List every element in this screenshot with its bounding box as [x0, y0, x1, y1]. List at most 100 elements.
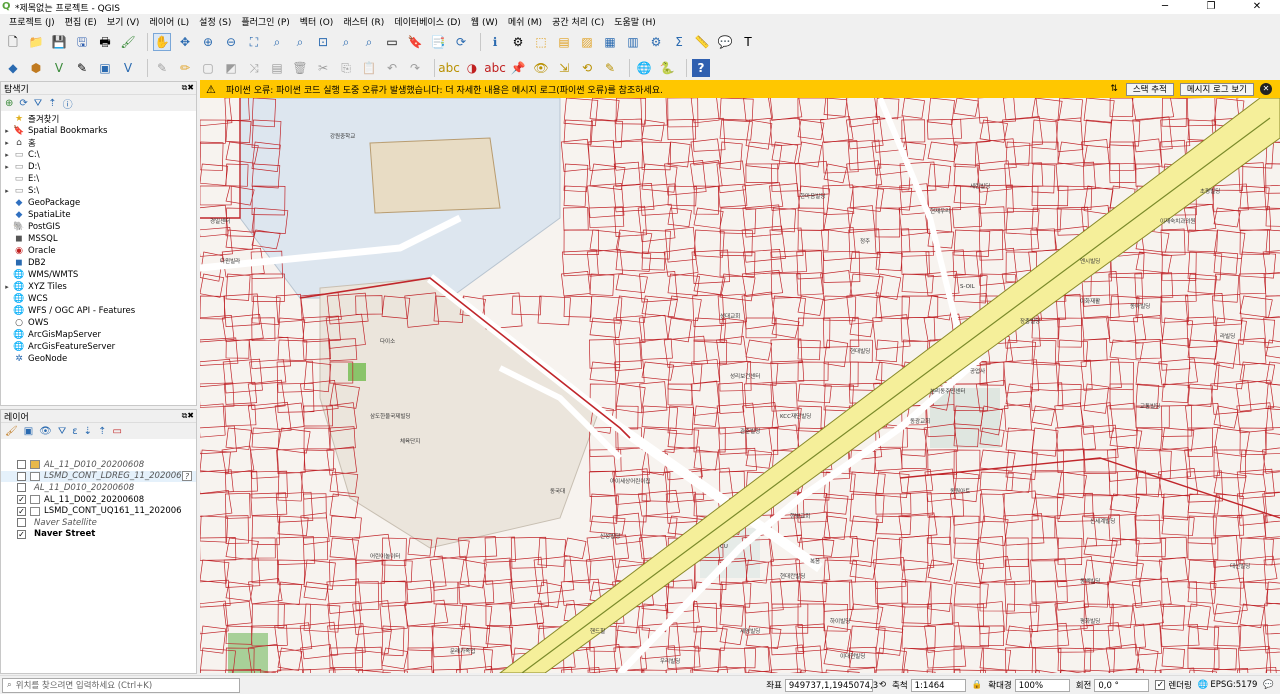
layer-visibility-checkbox[interactable]: ✓ — [17, 495, 26, 505]
select-by-value-icon[interactable]: ▤ — [555, 33, 573, 51]
statistics-icon[interactable]: Σ — [670, 33, 688, 51]
field-calculator-icon[interactable]: ▥ — [624, 33, 642, 51]
highlight-labels-icon[interactable]: abc — [484, 59, 506, 77]
run-action-icon[interactable]: ⚙ — [509, 33, 527, 51]
browser-item[interactable]: ★ 즐겨찾기 — [1, 113, 196, 125]
zoom-to-selection-icon[interactable]: ⌕ — [268, 33, 286, 51]
zoom-full-icon[interactable]: ⛶ — [245, 33, 263, 51]
text-annotation-icon[interactable]: T — [739, 33, 757, 51]
browser-item[interactable]: ▸ ▭ S:\ — [1, 185, 196, 197]
layer-row[interactable]: LSMD_CONT_LDREG_11_202006? — [1, 470, 196, 483]
expand-arrow-icon[interactable]: ▸ — [1, 127, 13, 135]
close-message-icon[interactable]: ✕ — [1260, 83, 1272, 95]
style-manager-icon[interactable]: 🖌 — [119, 33, 137, 51]
stack-trace-button[interactable]: 스택 추적 — [1125, 82, 1174, 96]
refresh-icon[interactable]: ⟳ — [452, 33, 470, 51]
python-console-icon[interactable]: 🐍 — [658, 59, 676, 77]
zoom-next-icon[interactable]: ⌕ — [360, 33, 378, 51]
browser-item[interactable]: 🌐 WFS / OGC API - Features — [1, 305, 196, 317]
move-label-icon[interactable]: ⇲ — [555, 59, 573, 77]
select-features-icon[interactable]: ⬚ — [532, 33, 550, 51]
zoom-to-layer-icon[interactable]: ⌕ — [291, 33, 309, 51]
menu-item[interactable]: 메쉬 (M) — [503, 15, 547, 28]
menu-item[interactable]: 플러그인 (P) — [236, 15, 294, 28]
browser-item[interactable]: ○ OWS — [1, 317, 196, 329]
browser-item[interactable]: 🐘 PostGIS — [1, 221, 196, 233]
attribute-table-icon[interactable]: ▦ — [601, 33, 619, 51]
add-group-icon[interactable]: ▣ — [24, 426, 33, 437]
layer-visibility-checkbox[interactable] — [17, 483, 26, 493]
browser-item[interactable]: ◆ GeoPackage — [1, 197, 196, 209]
menu-item[interactable]: 레이어 (L) — [144, 15, 194, 28]
browser-item[interactable]: ✲ GeoNode — [1, 353, 196, 365]
cut-features-icon[interactable]: ✂ — [314, 59, 332, 77]
browser-item[interactable]: ◉ Oracle — [1, 245, 196, 257]
close-window-button[interactable]: ✕ — [1234, 0, 1280, 14]
unknown-crs-icon[interactable]: ? — [182, 471, 192, 482]
collapse-layers-icon[interactable]: ⇡ — [98, 426, 106, 437]
layer-visibility-checkbox[interactable] — [17, 471, 26, 481]
rotate-label-icon[interactable]: ⟲ — [578, 59, 596, 77]
coordinate-field[interactable]: 949737,1,1945074,3 — [784, 678, 878, 692]
layer-row[interactable]: ✓ AL_11_D002_20200608 — [1, 494, 196, 506]
new-spatialite-layer-icon[interactable]: ✎ — [73, 59, 91, 77]
browser-item[interactable]: ▸ 🌐 XYZ Tiles — [1, 281, 196, 293]
label-toolbar-icon[interactable]: abc — [438, 59, 460, 77]
map-canvas[interactable]: 강원중학교 경일센터 다윈빌라 KCC재단빌딩 S-OIL 현대빌딩 동광교회 본리동주민센터… — [200, 98, 1280, 673]
new-shapefile-layer-icon[interactable]: V — [50, 59, 68, 77]
vertex-tool-icon[interactable]: ⤨ — [245, 59, 263, 77]
messages-icon[interactable]: 💬 — [1263, 680, 1274, 690]
expand-arrow-icon[interactable]: ▸ — [1, 139, 13, 147]
filter-legend-icon[interactable]: ⛛ — [58, 426, 66, 437]
add-selected-layers-icon[interactable]: ⊕ — [5, 98, 13, 109]
menu-item[interactable]: 설정 (S) — [194, 15, 236, 28]
paste-features-icon[interactable]: 📋 — [360, 59, 378, 77]
remove-layer-icon[interactable]: ▭ — [112, 426, 121, 437]
message-bar-arrows-icon[interactable]: ⇅ — [1110, 84, 1118, 94]
lock-scale-icon[interactable]: 🔒 — [972, 680, 983, 690]
render-checkbox[interactable]: ✓ — [1155, 680, 1166, 690]
menu-item[interactable]: 공간 처리 (C) — [547, 15, 609, 28]
browser-item[interactable]: ▭ E:\ — [1, 173, 196, 185]
save-project-icon[interactable]: 💾 — [50, 33, 68, 51]
collapse-all-icon[interactable]: ⇡ — [48, 98, 56, 109]
layer-visibility-checkbox[interactable] — [17, 460, 26, 470]
zoom-out-icon[interactable]: ⊖ — [222, 33, 240, 51]
layer-visibility-checkbox[interactable]: ✓ — [17, 529, 26, 539]
new-project-icon[interactable]: 🗋 — [4, 33, 22, 51]
expand-arrow-icon[interactable]: ▸ — [1, 187, 13, 195]
zoom-in-icon[interactable]: ⊕ — [199, 33, 217, 51]
browser-item[interactable]: ▸ 🔖 Spatial Bookmarks — [1, 125, 196, 137]
new-map-view-icon[interactable]: ▭ — [383, 33, 401, 51]
menu-item[interactable]: 보기 (V) — [102, 15, 145, 28]
map-canvas-svg[interactable]: 강원중학교경일센터다윈빌라 KCC재단빌딩 S-OIL 현대빌딩동광교회 본리동주민센터… — [200, 98, 1280, 673]
zoom-native-icon[interactable]: ⊡ — [314, 33, 332, 51]
current-edits-icon[interactable]: ✎ — [153, 59, 171, 77]
zoom-last-icon[interactable]: ⌕ — [337, 33, 355, 51]
measure-icon[interactable]: 📏 — [693, 33, 711, 51]
plugin-globe-icon[interactable]: 🌐 — [635, 59, 653, 77]
layer-row[interactable]: ✓ LSMD_CONT_UQ161_11_202006 — [1, 505, 196, 517]
pan-to-selection-icon[interactable]: ✥ — [176, 33, 194, 51]
browser-item[interactable]: ◼ DB2 — [1, 257, 196, 269]
menu-item[interactable]: 편집 (E) — [60, 15, 102, 28]
layer-row[interactable]: Naver Satellite — [1, 517, 196, 529]
pan-icon[interactable]: ✋ — [153, 33, 171, 51]
undo-icon[interactable]: ↶ — [383, 59, 401, 77]
browser-item[interactable]: ◼ MSSQL — [1, 233, 196, 245]
processing-toolbox-icon[interactable]: ⚙ — [647, 33, 665, 51]
new-geopackage-layer-icon[interactable]: ⬢ — [27, 59, 45, 77]
view-message-log-button[interactable]: 메시지 로그 보기 — [1179, 82, 1254, 96]
menu-item[interactable]: 래스터 (R) — [338, 15, 389, 28]
identify-icon[interactable]: ℹ — [486, 33, 504, 51]
layer-visibility-checkbox[interactable]: ✓ — [17, 506, 26, 516]
help-icon[interactable]: ? — [692, 59, 710, 77]
open-project-icon[interactable]: 📁 — [27, 33, 45, 51]
map-tips-icon[interactable]: 💬 — [716, 33, 734, 51]
show-bookmarks-icon[interactable]: 📑 — [429, 33, 447, 51]
new-temporary-layer-icon[interactable]: ▣ — [96, 59, 114, 77]
menu-item[interactable]: 웹 (W) — [466, 15, 503, 28]
new-virtual-layer-icon[interactable]: V — [119, 59, 137, 77]
show-hide-labels-icon[interactable]: 👁 — [532, 59, 550, 77]
layer-row[interactable]: ✓ Naver Street — [1, 529, 196, 541]
